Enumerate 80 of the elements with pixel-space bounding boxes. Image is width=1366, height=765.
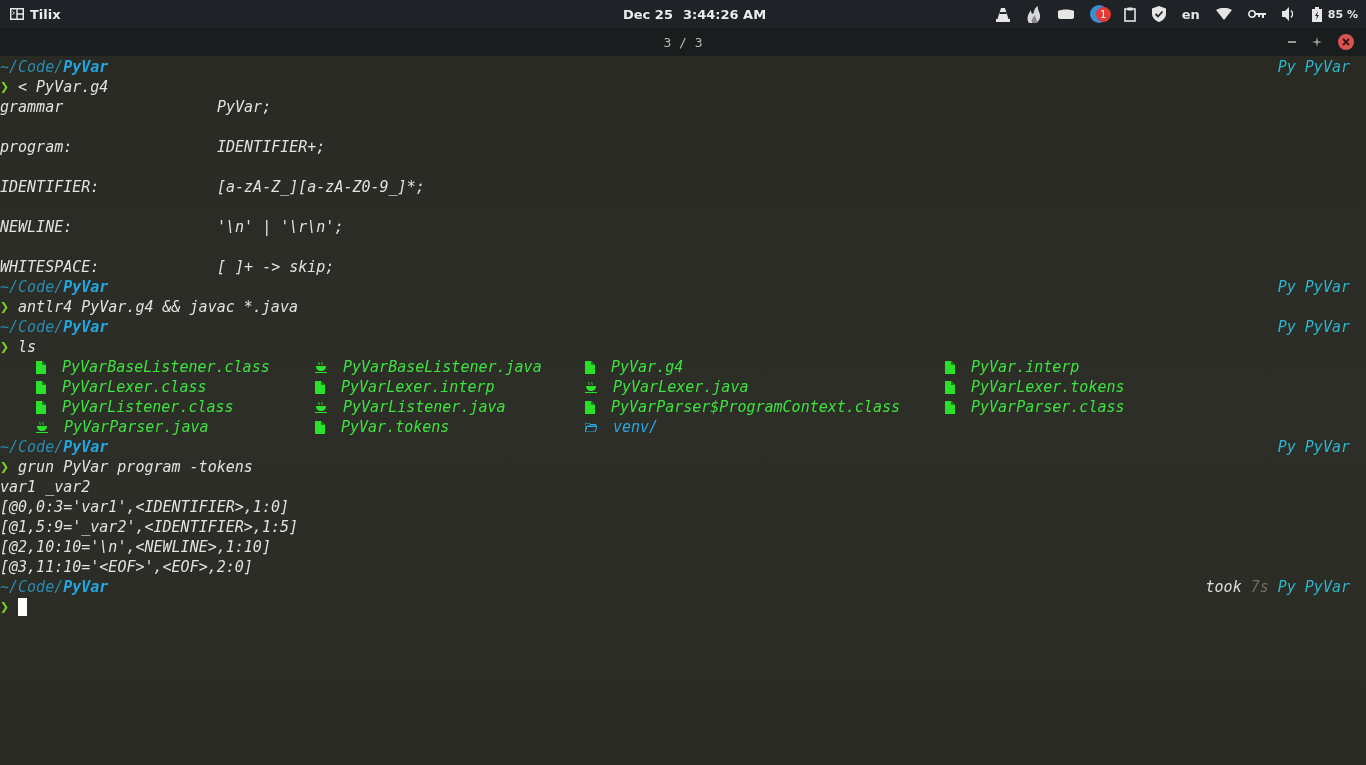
prompt-symbol: ❯ [0, 457, 11, 477]
command-text: grun PyVar program -tokens [18, 457, 253, 477]
language-info: Py PyVar [1277, 577, 1350, 597]
file-icon[interactable] [36, 400, 46, 414]
file-icon[interactable] [945, 360, 955, 374]
language-info: Py PyVar [1277, 277, 1350, 297]
output-text: '\n' | '\r\n'; [217, 217, 344, 237]
flame-icon[interactable] [1025, 5, 1042, 23]
duration: 7s [1250, 577, 1269, 597]
prompt-path: ~/Code/PyVar [0, 437, 109, 457]
prompt-path: ~/Code/PyVar [0, 277, 109, 297]
language-info: Py PyVar [1277, 317, 1350, 337]
file-icon[interactable] [315, 420, 325, 434]
file-name: PyVarBaseListener.java [343, 358, 542, 376]
file-name: PyVar.interp [971, 358, 1080, 376]
duration-label: took [1205, 577, 1242, 597]
folder-icon[interactable] [585, 422, 597, 432]
file-icon[interactable] [945, 400, 955, 414]
prompt-symbol: ❯ [0, 77, 11, 97]
window-title: 3 / 3 [663, 34, 703, 50]
file-name: PyVarLexer.interp [341, 378, 495, 396]
speaker-icon[interactable] [1281, 7, 1296, 21]
command-text: ls [18, 337, 37, 357]
clipboard-icon[interactable] [1123, 6, 1136, 22]
output-text: IDENTIFIER+; [217, 137, 326, 157]
command-text: < PyVar.g4 [18, 77, 109, 97]
file-icon[interactable] [585, 360, 595, 374]
output-text: NEWLINE: [0, 217, 74, 237]
terminal-icon[interactable] [10, 8, 24, 20]
file-name: PyVar.g4 [611, 358, 684, 376]
shield-icon[interactable] [1151, 6, 1166, 22]
output-text: [@0,0:3='var1',<IDENTIFIER>,1:0] [0, 497, 289, 517]
output-text: grammar [0, 97, 65, 117]
battery-level[interactable]: 85 % [1327, 7, 1358, 21]
output-text: WHITESPACE: [0, 257, 101, 277]
output-text: [@3,11:10='<EOF>',<EOF>,2:0] [0, 557, 253, 577]
file-icon[interactable] [36, 360, 46, 374]
file-name: PyVarLexer.tokens [971, 378, 1125, 396]
clock-date[interactable]: Dec 25 [623, 6, 673, 22]
file-icon[interactable] [315, 380, 325, 394]
file-name: PyVarLexer.java [613, 378, 749, 396]
file-icon[interactable] [945, 380, 955, 394]
file-name: PyVar.tokens [341, 418, 450, 436]
file-name: PyVarParser$ProgramContext.class [611, 398, 900, 416]
output-text: program: [0, 137, 74, 157]
output-text: PyVar; [217, 97, 272, 117]
command-text: antlr4 PyVar.g4 && javac *.java [18, 297, 298, 317]
file-icon[interactable] [36, 380, 46, 394]
output-text: [@1,5:9='_var2',<IDENTIFIER>,1:5] [0, 517, 298, 537]
battery-icon[interactable] [1311, 6, 1322, 22]
file-name: venv/ [613, 418, 659, 436]
prompt-symbol: ❯ [0, 337, 11, 357]
language-info: Py PyVar [1277, 57, 1350, 77]
prompt-path: ~/Code/PyVar [0, 57, 109, 77]
language-info: Py PyVar [1277, 437, 1350, 457]
prompt-path: ~/Code/PyVar [0, 317, 109, 337]
key-icon[interactable] [1247, 10, 1266, 18]
file-name: PyVarParser.java [64, 418, 209, 436]
close-icon[interactable] [1338, 34, 1354, 50]
clock-time[interactable]: 3:44:26 AM [682, 6, 767, 22]
prompt-path: ~/Code/PyVar [0, 577, 109, 597]
maximize-icon[interactable] [1312, 37, 1322, 47]
file-name: PyVarParser.class [971, 398, 1125, 416]
file-name: PyVarListener.java [343, 398, 506, 416]
output-text: IDENTIFIER: [0, 177, 101, 197]
output-text: [ ]+ -> skip; [217, 257, 335, 277]
traffic-cone-icon[interactable] [995, 6, 1010, 22]
file-name: PyVarLexer.class [62, 378, 207, 396]
output-text: [a-zA-Z_][a-zA-Z0-9_]*; [217, 177, 425, 197]
app-name[interactable]: Tilix [30, 6, 61, 22]
file-name: PyVarListener.class [62, 398, 234, 416]
wifi-icon[interactable] [1215, 8, 1232, 20]
prompt-symbol: ❯ [0, 297, 11, 317]
file-icon[interactable] [585, 400, 595, 414]
file-name: PyVarBaseListener.class [62, 358, 270, 376]
prompt-symbol: ❯ [0, 597, 11, 617]
output-text: var1 _var2 [0, 477, 91, 497]
text-cursor [18, 598, 27, 616]
keyboard-layout[interactable]: en [1181, 6, 1200, 22]
output-text: [@2,10:10='\n',<NEWLINE>,1:10] [0, 537, 271, 557]
